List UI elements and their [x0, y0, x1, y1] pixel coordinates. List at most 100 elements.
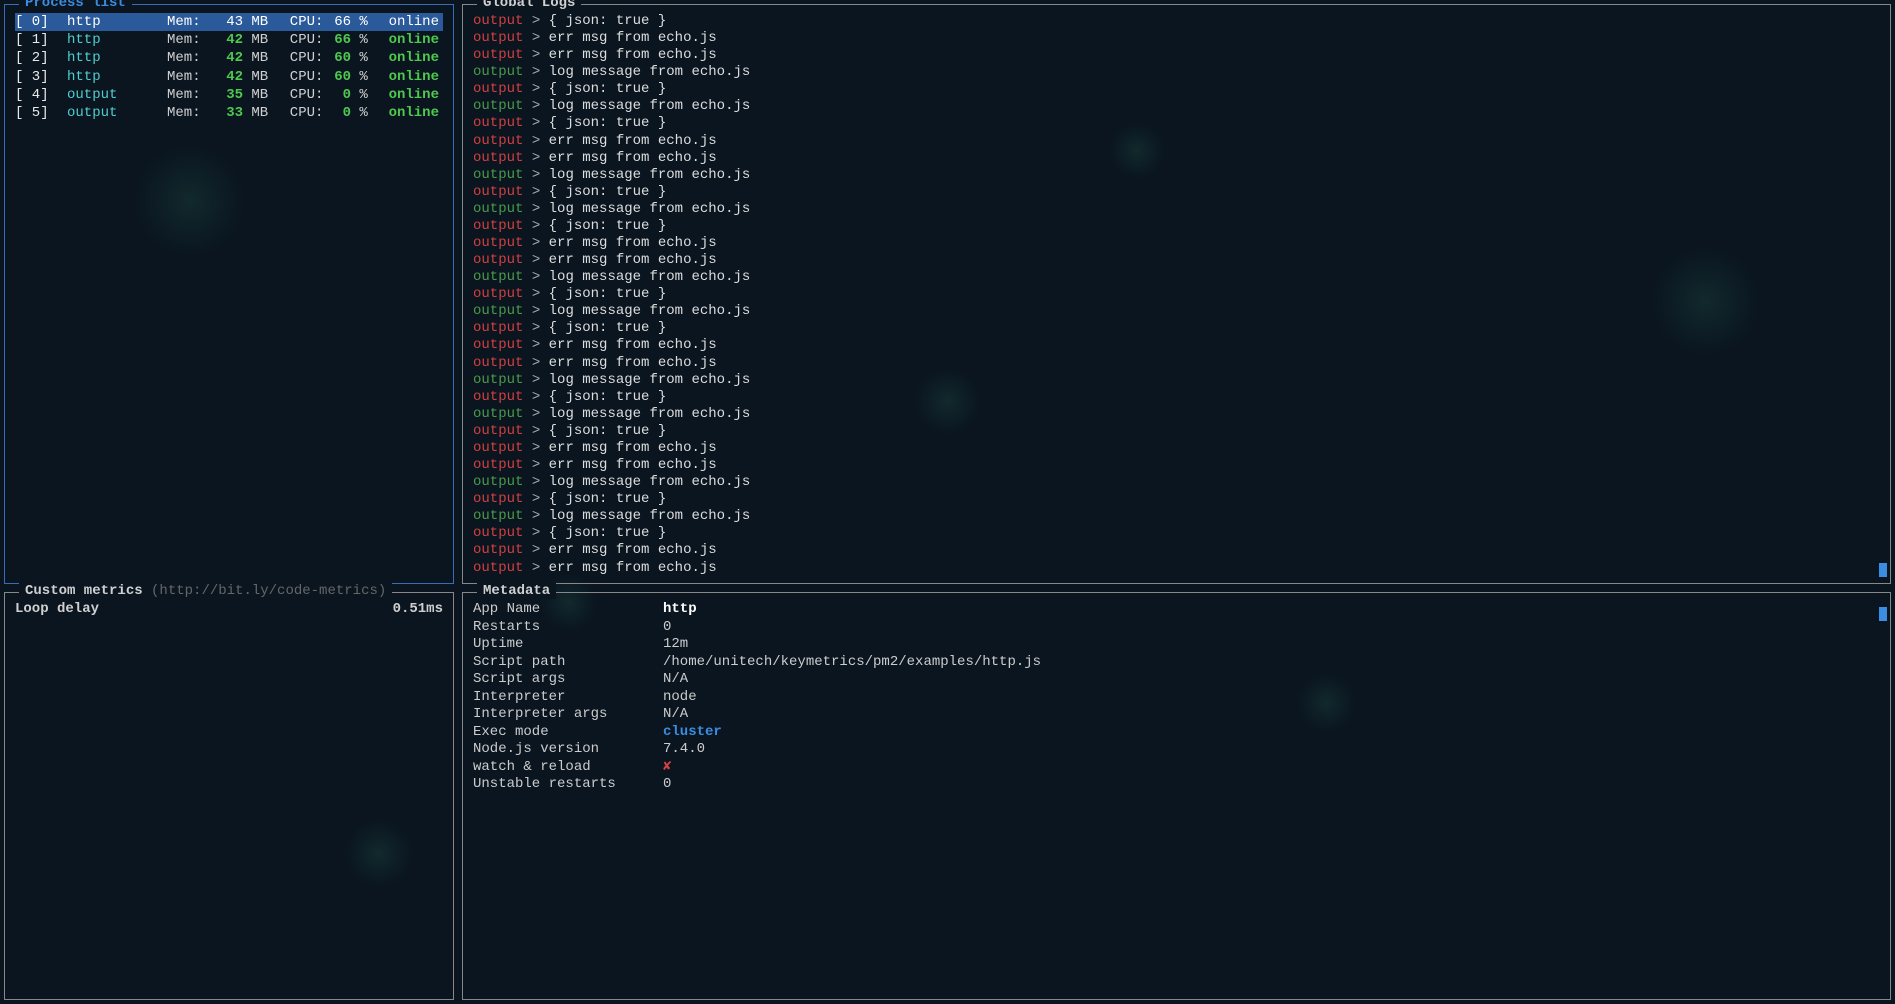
log-separator: >	[523, 406, 548, 422]
log-separator: >	[523, 440, 548, 456]
log-line: output > log message from echo.js	[473, 269, 1880, 286]
log-separator: >	[523, 491, 548, 507]
log-line: output > log message from echo.js	[473, 167, 1880, 184]
metadata-value: node	[663, 689, 697, 707]
log-line: output > err msg from echo.js	[473, 30, 1880, 47]
log-line: output > { json: true }	[473, 115, 1880, 132]
log-source: output	[473, 218, 523, 234]
metadata-key: Script args	[473, 671, 663, 689]
custom-metrics-link: (http://bit.ly/code-metrics)	[151, 583, 386, 599]
log-line: output > log message from echo.js	[473, 98, 1880, 115]
cpu-label: CPU:	[273, 13, 323, 31]
log-line: output > log message from echo.js	[473, 64, 1880, 81]
process-name: http	[67, 13, 167, 31]
cpu-label: CPU:	[273, 104, 323, 122]
log-message: err msg from echo.js	[549, 560, 717, 576]
process-row[interactable]: [ 3]httpMem:42 MB CPU:60 %online	[15, 68, 443, 86]
mem-label: Mem:	[167, 68, 207, 86]
log-source: output	[473, 150, 523, 166]
metadata-key: Unstable restarts	[473, 776, 663, 794]
process-row[interactable]: [ 1]httpMem:42 MB CPU:66 %online	[15, 31, 443, 49]
metadata-row: Unstable restarts0	[473, 776, 1880, 794]
log-separator: >	[523, 133, 548, 149]
log-source: output	[473, 406, 523, 422]
process-row[interactable]: [ 5]outputMem:33 MB CPU:0 %online	[15, 104, 443, 122]
mem-value: 42	[207, 31, 243, 49]
cpu-value: 0	[323, 104, 351, 122]
metadata-key: Interpreter	[473, 689, 663, 707]
cpu-unit: %	[351, 104, 371, 122]
process-list-title: Process list	[19, 0, 132, 11]
log-message: { json: true }	[549, 320, 667, 336]
log-line: output > err msg from echo.js	[473, 337, 1880, 354]
process-status: online	[371, 13, 443, 31]
global-logs-panel[interactable]: Global Logs output > { json: true }outpu…	[462, 4, 1891, 584]
metadata-row: Uptime12m	[473, 636, 1880, 654]
process-status: online	[371, 68, 443, 86]
cpu-value: 60	[323, 68, 351, 86]
global-logs-title: Global Logs	[477, 0, 581, 11]
mem-unit: MB	[243, 68, 273, 86]
log-message: log message from echo.js	[549, 508, 751, 524]
log-line: output > { json: true }	[473, 423, 1880, 440]
process-row[interactable]: [ 4]outputMem:35 MB CPU:0 %online	[15, 86, 443, 104]
custom-metrics-panel[interactable]: Custom metrics (http://bit.ly/code-metri…	[4, 592, 454, 1000]
mem-label: Mem:	[167, 104, 207, 122]
log-source: output	[473, 372, 523, 388]
log-separator: >	[523, 235, 548, 251]
log-source: output	[473, 474, 523, 490]
log-message: { json: true }	[549, 491, 667, 507]
log-message: err msg from echo.js	[549, 150, 717, 166]
log-source: output	[473, 47, 523, 63]
log-line: output > { json: true }	[473, 13, 1880, 30]
log-line: output > { json: true }	[473, 389, 1880, 406]
log-separator: >	[523, 64, 548, 80]
log-separator: >	[523, 423, 548, 439]
log-message: err msg from echo.js	[549, 457, 717, 473]
log-line: output > { json: true }	[473, 491, 1880, 508]
log-separator: >	[523, 184, 548, 200]
metadata-row: Script argsN/A	[473, 671, 1880, 689]
cpu-label: CPU:	[273, 68, 323, 86]
log-line: output > err msg from echo.js	[473, 355, 1880, 372]
metadata-key: App Name	[473, 601, 663, 619]
metadata-title: Metadata	[477, 583, 556, 599]
log-source: output	[473, 269, 523, 285]
log-source: output	[473, 508, 523, 524]
cpu-value: 60	[323, 49, 351, 67]
metadata-key: Interpreter args	[473, 706, 663, 724]
log-message: { json: true }	[549, 286, 667, 302]
process-list-panel[interactable]: Process list [ 0]httpMem:43 MB CPU:66 %o…	[4, 4, 454, 584]
process-row[interactable]: [ 2]httpMem:42 MB CPU:60 %online	[15, 49, 443, 67]
log-separator: >	[523, 457, 548, 473]
metadata-key: Node.js version	[473, 741, 663, 759]
log-source: output	[473, 355, 523, 371]
metadata-value: ✘	[663, 759, 671, 777]
log-separator: >	[523, 47, 548, 63]
log-message: err msg from echo.js	[549, 337, 717, 353]
metric-label: Loop delay	[15, 601, 99, 617]
log-source: output	[473, 491, 523, 507]
log-separator: >	[523, 286, 548, 302]
process-status: online	[371, 104, 443, 122]
metadata-row: Script path/home/unitech/keymetrics/pm2/…	[473, 654, 1880, 672]
process-name: output	[67, 104, 167, 122]
process-row[interactable]: [ 0]httpMem:43 MB CPU:66 %online	[15, 13, 443, 31]
log-message: log message from echo.js	[549, 64, 751, 80]
log-message: err msg from echo.js	[549, 542, 717, 558]
cpu-unit: %	[351, 68, 371, 86]
log-separator: >	[523, 150, 548, 166]
mem-label: Mem:	[167, 49, 207, 67]
log-line: output > { json: true }	[473, 525, 1880, 542]
log-source: output	[473, 98, 523, 114]
log-message: { json: true }	[549, 184, 667, 200]
metadata-panel[interactable]: Metadata App NamehttpRestarts0Uptime12mS…	[462, 592, 1891, 1000]
mem-unit: MB	[243, 13, 273, 31]
process-index: [ 0]	[15, 13, 67, 31]
process-name: output	[67, 86, 167, 104]
cpu-unit: %	[351, 13, 371, 31]
log-separator: >	[523, 303, 548, 319]
metadata-key: Restarts	[473, 619, 663, 637]
mem-value: 42	[207, 49, 243, 67]
log-separator: >	[523, 115, 548, 131]
